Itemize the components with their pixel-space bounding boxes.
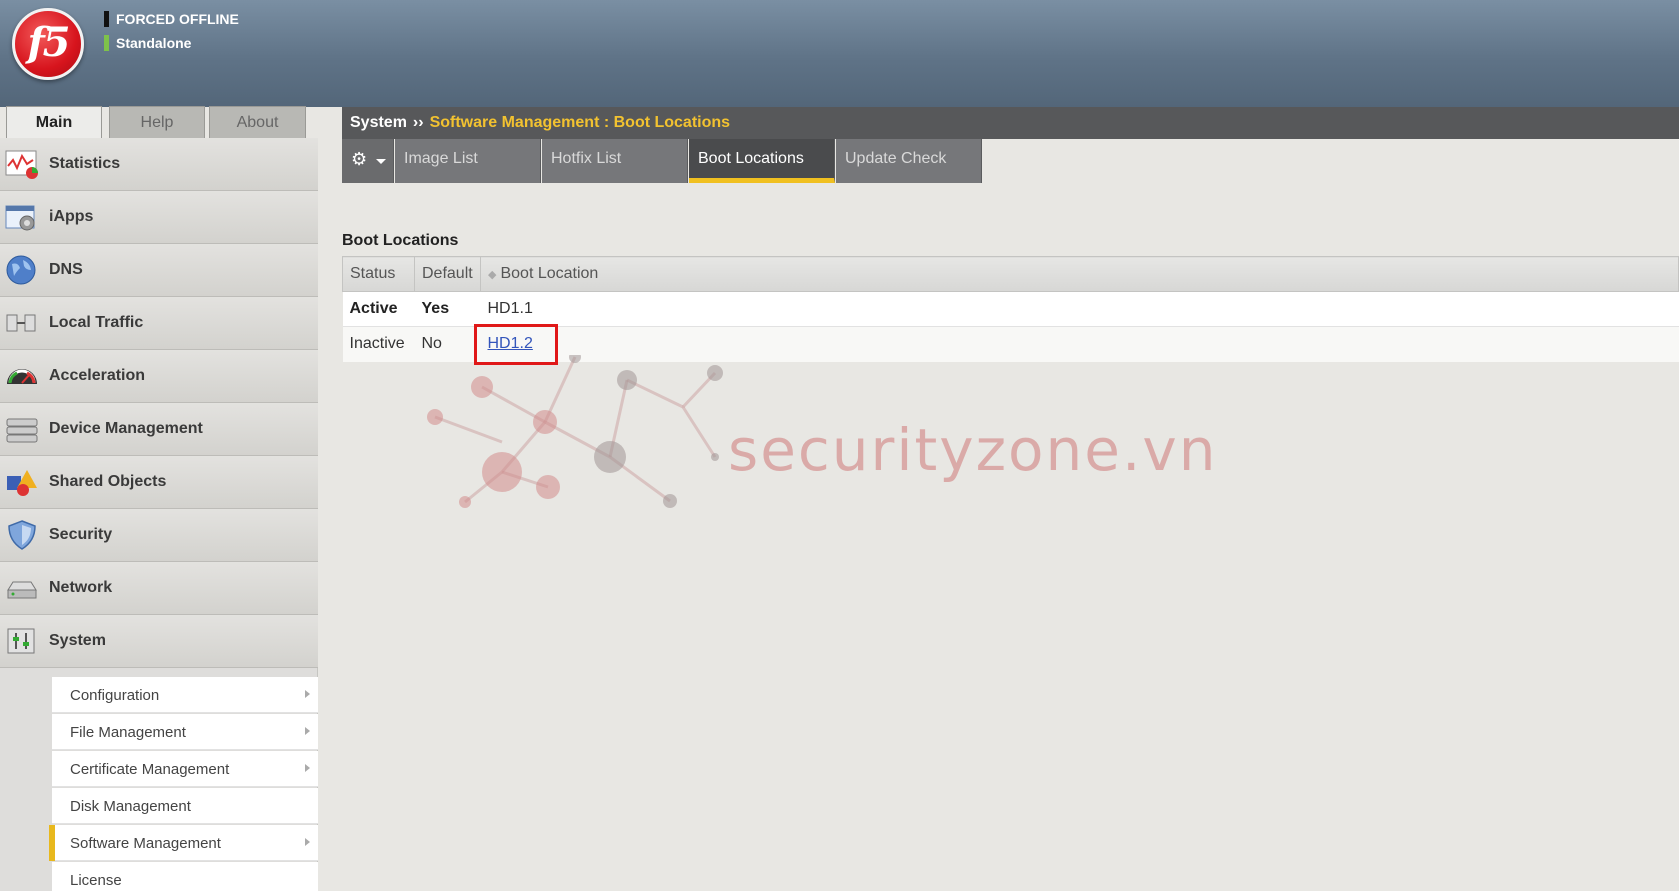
gear-icon: ⚙ — [351, 149, 368, 169]
cell-status: Inactive — [342, 326, 415, 362]
iapps-icon — [5, 205, 35, 231]
sidebar-item-security[interactable]: Security — [0, 509, 318, 562]
tab-hotfix-list[interactable]: Hotfix List — [542, 139, 688, 183]
submenu-label: License — [70, 872, 122, 889]
local-traffic-icon — [6, 314, 36, 332]
network-icon — [7, 581, 37, 599]
sidebar-item-label: iApps — [49, 208, 94, 225]
cell-boot-location: HD1.2 — [480, 326, 1679, 362]
breadcrumb-root[interactable]: System — [350, 114, 407, 131]
submenu-label: Disk Management — [70, 798, 191, 815]
submenu-certificate-management[interactable]: Certificate Management — [52, 751, 318, 787]
sidebar-item-label: Security — [49, 526, 113, 543]
settings-menu-button[interactable]: ⚙ — [342, 139, 394, 183]
submenu-file-management[interactable]: File Management — [52, 714, 318, 750]
sidebar-item-shared-objects[interactable]: Shared Objects — [0, 456, 318, 509]
sidebar-item-local-traffic[interactable]: Local Traffic — [0, 297, 318, 350]
submenu-disk-management[interactable]: Disk Management — [52, 788, 318, 824]
security-shield-icon — [8, 520, 36, 550]
sidebar-item-device-management[interactable]: Device Management — [0, 403, 318, 456]
system-icon — [7, 628, 35, 654]
tab-image-list[interactable]: Image List — [395, 139, 541, 183]
highlight-annotation — [474, 324, 558, 365]
statistics-icon — [5, 150, 38, 179]
submenu-label: Software Management — [70, 835, 221, 852]
submenu-software-management[interactable]: Software Management — [49, 825, 318, 861]
sidebar: Statistics iApps DNS Local Traffic Accel… — [0, 138, 318, 891]
dns-icon — [6, 255, 36, 285]
sidebar-item-iapps[interactable]: iApps — [0, 191, 318, 244]
sidebar-item-statistics[interactable]: Statistics — [0, 138, 318, 191]
device-management-icon — [6, 418, 38, 443]
cell-default: No — [414, 326, 481, 362]
f5-logo[interactable]: f5 — [12, 8, 84, 80]
chevron-right-icon — [305, 690, 310, 698]
cell-status: Active — [342, 291, 415, 327]
acceleration-icon — [7, 369, 37, 384]
sidebar-item-acceleration[interactable]: Acceleration — [0, 350, 318, 403]
shared-objects-icon — [7, 470, 37, 496]
sidebar-item-dns[interactable]: DNS — [0, 244, 318, 297]
chevron-right-icon — [305, 838, 310, 846]
section-title: Boot Locations — [342, 232, 459, 249]
sidebar-item-label: Local Traffic — [49, 314, 144, 331]
sidebar-item-label: Shared Objects — [49, 473, 167, 490]
chevron-right-icon — [305, 727, 310, 735]
top-banner: f5 FORCED OFFLINE Standalone — [0, 0, 1679, 107]
table-header-row: Status Default ◆ Boot Location — [342, 256, 1679, 292]
chevron-down-icon — [376, 159, 386, 164]
status-primary-text: FORCED OFFLINE — [116, 11, 239, 27]
cell-default: Yes — [414, 291, 481, 327]
table-row: Active Yes HD1.1 — [342, 291, 1679, 327]
column-header-label: Boot Location — [500, 265, 599, 282]
submenu-configuration[interactable]: Configuration — [52, 677, 318, 713]
cell-boot-location: HD1.1 — [480, 291, 1679, 327]
status-secondary-text: Standalone — [116, 35, 192, 51]
column-header-boot-location[interactable]: ◆ Boot Location — [480, 256, 1679, 292]
column-header-default: Default — [414, 256, 481, 292]
submenu-license[interactable]: License — [52, 862, 318, 891]
breadcrumb-path: Software Management : Boot Locations — [429, 114, 731, 131]
breadcrumb-separator: ›› — [412, 114, 424, 131]
chevron-right-icon — [305, 764, 310, 772]
status-indicator-icon — [104, 11, 109, 27]
tab-help[interactable]: Help — [109, 106, 205, 138]
standalone-indicator-icon — [104, 35, 109, 51]
tab-boot-locations[interactable]: Boot Locations — [689, 139, 835, 183]
sidebar-item-label: DNS — [49, 261, 83, 278]
sidebar-item-label: Acceleration — [49, 367, 146, 384]
sidebar-item-label: Network — [49, 579, 113, 596]
column-header-status: Status — [342, 256, 415, 292]
breadcrumb: System ›› Software Management : Boot Locat… — [342, 107, 1679, 139]
tab-about[interactable]: About — [209, 106, 306, 138]
ha-status: Standalone — [104, 35, 191, 51]
sidebar-item-label: Statistics — [49, 155, 121, 172]
sidebar-item-network[interactable]: Network — [0, 562, 318, 615]
watermark-text: securityzone.vn — [728, 416, 1218, 484]
device-status: FORCED OFFLINE — [104, 11, 239, 27]
tab-main[interactable]: Main — [6, 106, 102, 138]
sidebar-item-label: System — [49, 632, 106, 649]
submenu-label: Configuration — [70, 687, 160, 704]
sidebar-item-system[interactable]: System — [0, 615, 318, 668]
submenu-label: Certificate Management — [70, 761, 230, 778]
sort-icon: ◆ — [488, 269, 497, 281]
tab-update-check[interactable]: Update Check — [836, 139, 982, 183]
submenu-label: File Management — [70, 724, 186, 741]
sidebar-item-label: Device Management — [49, 420, 203, 437]
